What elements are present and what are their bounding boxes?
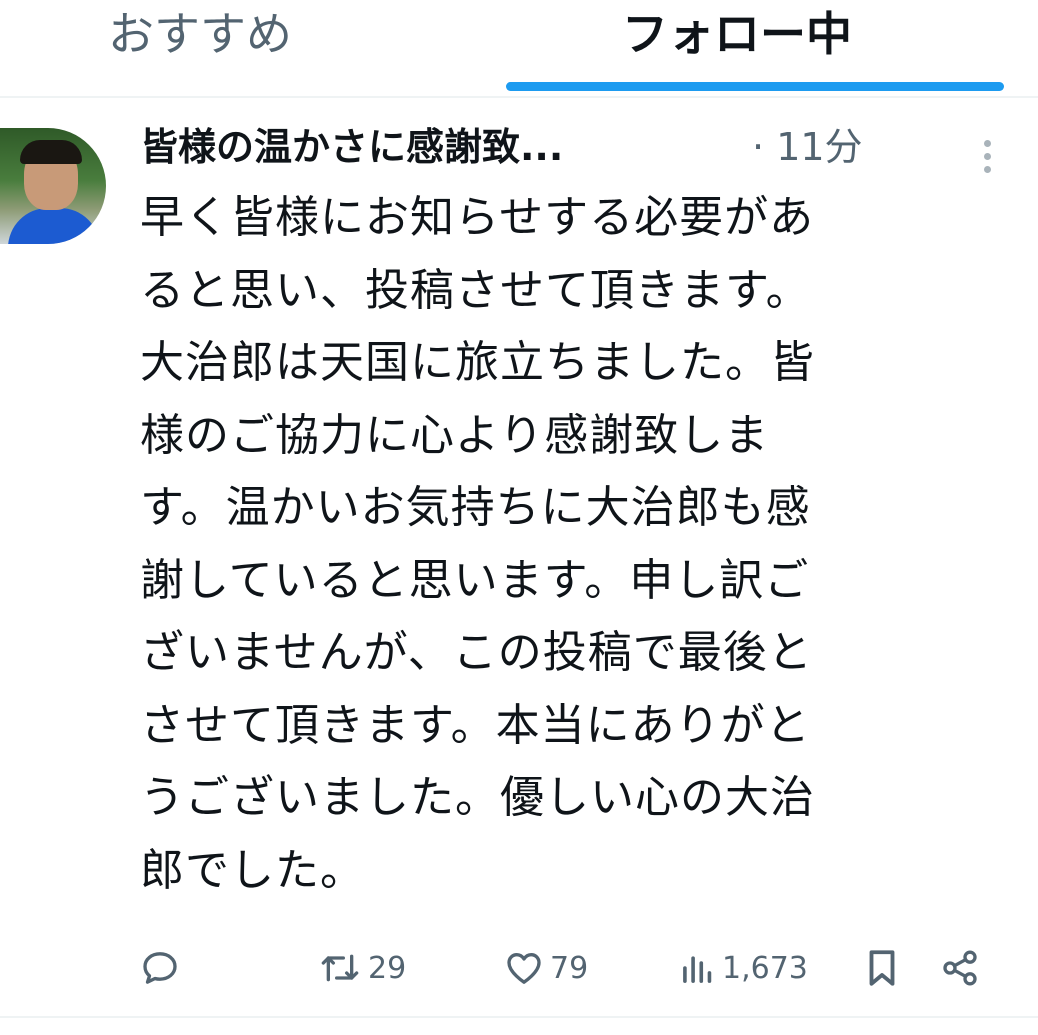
post-text: 早く皆様にお知らせする必要があ ると思い、投稿させて頂きます。 大治郎は天国に旅立ち…: [140, 182, 1000, 907]
post-text-line: ると思い、投稿させて頂きます。: [140, 264, 811, 316]
post-text-line: ざいませんが、この投稿で最後と: [140, 627, 813, 678]
active-tab-indicator: [506, 82, 1004, 91]
repost-count: 29: [368, 950, 407, 986]
share-button[interactable]: [940, 940, 980, 996]
post-header: 皆様の温かさに感謝致... · 11分: [140, 116, 1020, 178]
bookmark-button[interactable]: [864, 940, 900, 996]
meta-separator: ·: [752, 125, 765, 169]
post-text-line: 謝していると思います。申し訳ご: [140, 554, 810, 606]
post-text-line: す。温かいお気持ちに大治郎も感: [140, 482, 811, 533]
reply-icon: [143, 952, 177, 984]
post-text-line: 早く皆様にお知らせする必要があ: [140, 192, 815, 243]
repost-icon: [321, 954, 359, 982]
like-button[interactable]: 79: [504, 940, 588, 996]
timeline-tabs: おすすめ フォロー中: [0, 0, 1038, 94]
post-text-line: 郎でした。: [140, 844, 365, 896]
like-count: 79: [550, 950, 589, 986]
avatar-hair: [20, 140, 82, 164]
tab-following[interactable]: フォロー中: [622, 6, 852, 62]
post-actions: 29 79 1,673: [140, 940, 1000, 996]
post-text-line: 大治郎は天国に旅立ちました。皆: [140, 337, 815, 388]
avatar[interactable]: [0, 128, 106, 244]
post-time[interactable]: 11分: [776, 125, 862, 169]
post-text-line: させて頂きます。本当にありがと: [140, 699, 811, 751]
bookmark-icon: [869, 950, 895, 986]
post-meta: · 11分: [752, 116, 863, 178]
views-button[interactable]: 1,673: [680, 940, 808, 996]
views-icon: [683, 956, 712, 983]
tab-recommended[interactable]: おすすめ: [108, 6, 292, 62]
post-text-line: 様のご協力に心より感謝致しま: [140, 409, 770, 461]
post-divider: [0, 1016, 1038, 1018]
repost-button[interactable]: 29: [318, 940, 406, 996]
avatar-shirt: [8, 208, 100, 244]
post[interactable]: 皆様の温かさに感謝致... · 11分 早く皆様にお知らせする必要があ ると思い、…: [0, 100, 1038, 1030]
reply-button[interactable]: [140, 940, 180, 996]
tabs-divider: [0, 96, 1038, 98]
author-name[interactable]: 皆様の温かさに感謝致...: [140, 116, 563, 178]
views-count: 1,673: [722, 950, 808, 986]
post-text-line: うございました。優しい心の大治: [140, 772, 815, 823]
heart-icon: [507, 953, 541, 984]
more-options-icon[interactable]: [984, 140, 992, 174]
share-icon: [943, 950, 977, 986]
